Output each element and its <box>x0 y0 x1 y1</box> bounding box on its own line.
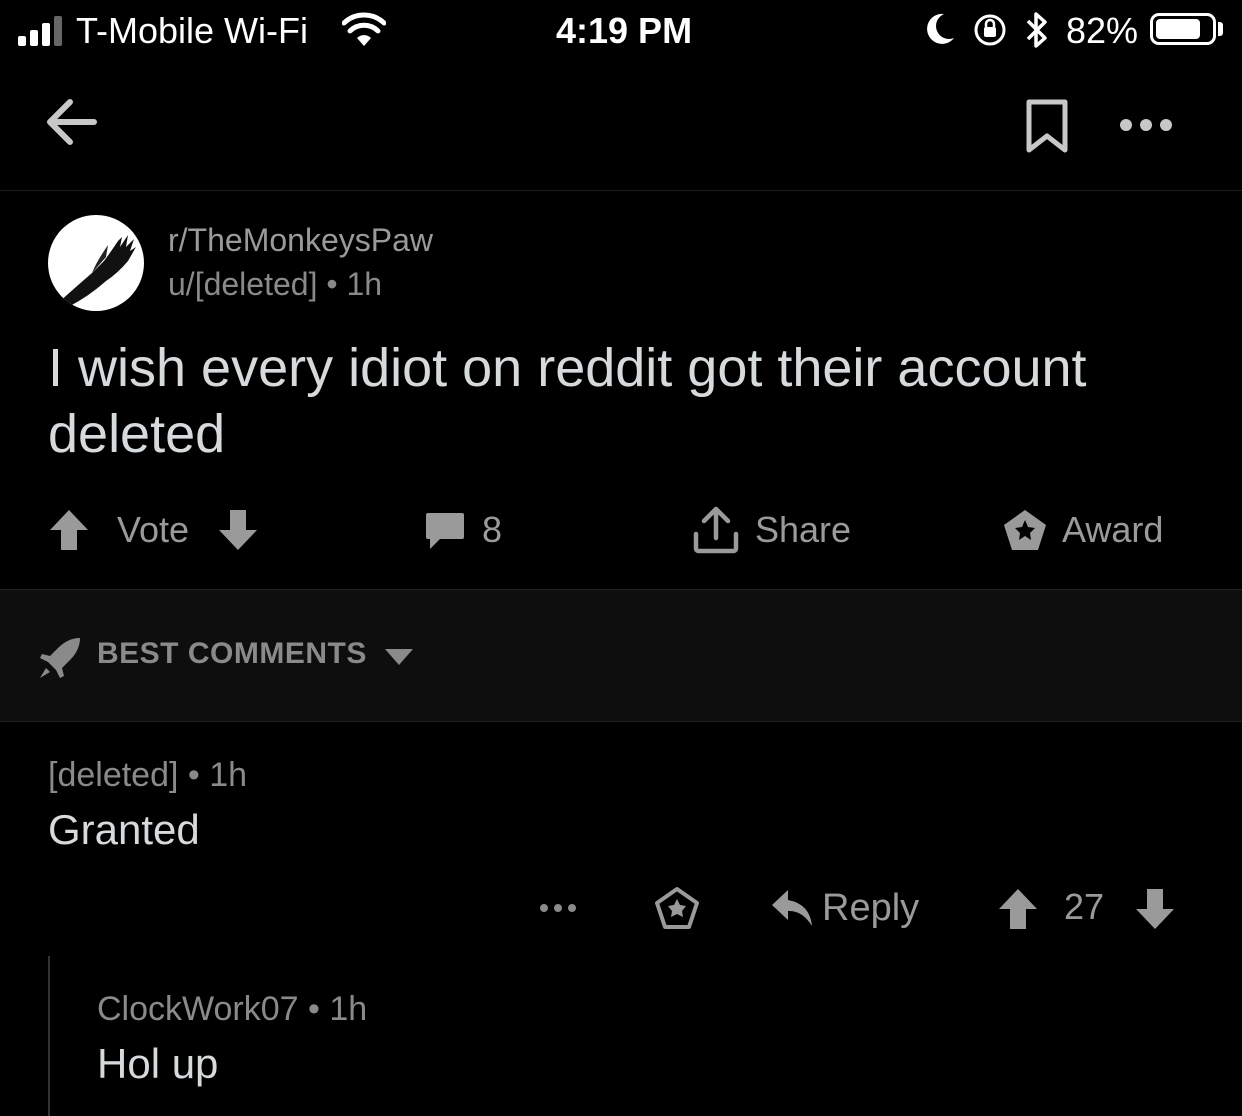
upvote-icon[interactable] <box>48 508 90 552</box>
back-arrow-icon[interactable] <box>44 94 100 150</box>
signal-icon <box>18 16 62 46</box>
comment-more-icon[interactable] <box>539 903 577 913</box>
award-icon <box>1004 510 1046 550</box>
reply-meta: ClockWork07 • 1h <box>97 990 367 1029</box>
meta-separator: • <box>326 266 347 302</box>
comment-upvote-icon[interactable] <box>997 887 1039 931</box>
comment-body: Granted <box>48 806 200 853</box>
reply-body: Hol up <box>97 1040 219 1087</box>
reply-icon <box>772 890 812 926</box>
bluetooth-icon <box>1026 12 1047 48</box>
caret-down-icon[interactable] <box>383 647 415 667</box>
reply-age: 1h <box>329 990 368 1028</box>
share-icon <box>693 506 739 554</box>
subreddit-name[interactable]: r/TheMonkeysPaw <box>168 222 433 259</box>
more-icon[interactable] <box>1118 116 1174 134</box>
wifi-icon <box>342 12 386 46</box>
comment-downvote-icon[interactable] <box>1134 887 1176 931</box>
rocket-icon <box>40 638 80 678</box>
comment-author[interactable]: [deleted] <box>48 756 178 794</box>
clock: 4:19 PM <box>556 10 693 51</box>
meta-separator: • <box>187 756 210 794</box>
post-age: 1h <box>346 266 383 302</box>
award-label: Award <box>1062 509 1164 550</box>
moon-icon <box>927 13 954 44</box>
comment-meta: [deleted] • 1h <box>48 756 247 795</box>
downvote-icon[interactable] <box>217 508 259 552</box>
reply-button[interactable]: Reply <box>770 884 919 932</box>
award-button[interactable]: Award <box>1002 508 1163 552</box>
comment-score: 27 <box>1064 886 1105 927</box>
vote-control: Vote <box>48 508 259 552</box>
bookmark-icon[interactable] <box>1022 98 1072 154</box>
comment-age: 1h <box>209 756 248 794</box>
share-button[interactable]: Share <box>692 506 852 554</box>
carrier-label: T-Mobile Wi-Fi <box>76 10 308 51</box>
share-label: Share <box>755 509 852 550</box>
battery-icon <box>1150 13 1216 45</box>
battery-percent: 82% <box>1066 10 1139 51</box>
nav-divider <box>0 190 1242 191</box>
post-author[interactable]: u/[deleted] <box>168 266 317 302</box>
comment-award-icon[interactable] <box>654 886 700 930</box>
post-meta: u/[deleted] • 1h <box>168 266 382 303</box>
vote-label: Vote <box>117 509 190 550</box>
thread-line[interactable] <box>48 956 50 1116</box>
monkey-paw-icon <box>58 235 136 307</box>
post-title: I wish every idiot on reddit got their a… <box>48 338 1087 464</box>
meta-separator: • <box>308 990 330 1028</box>
battery-cap <box>1218 22 1223 36</box>
sort-label[interactable]: BEST COMMENTS <box>97 637 367 671</box>
comment-icon <box>426 513 464 549</box>
reply-label: Reply <box>822 886 920 929</box>
rotation-lock-icon <box>974 14 1006 46</box>
comments-button[interactable]: 8 <box>424 508 502 552</box>
subreddit-avatar[interactable] <box>48 215 144 311</box>
comment-count: 8 <box>482 509 503 550</box>
reply-author[interactable]: ClockWork07 <box>97 990 299 1028</box>
sort-divider-bottom <box>0 721 1242 722</box>
